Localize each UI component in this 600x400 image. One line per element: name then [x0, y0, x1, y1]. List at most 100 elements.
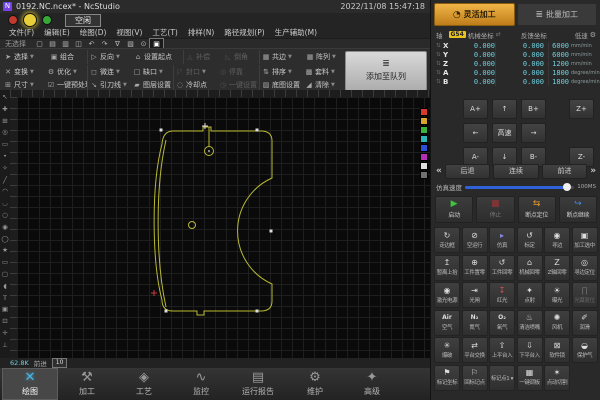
air-button[interactable]: Air空气 — [434, 310, 460, 336]
wcs-badge[interactable]: G54 — [449, 31, 466, 38]
zoom-tool-icon[interactable]: ◎ — [2, 127, 8, 139]
ribbon-common-edge[interactable]: ▦共边▼ — [260, 50, 304, 64]
simulation-speed-slider[interactable] — [465, 186, 574, 189]
tab-draw[interactable]: ✕绘图 — [2, 368, 58, 400]
menu-item[interactable]: 视图(V) — [111, 27, 147, 38]
cad-canvas-area[interactable]: ↖✚⊞◎▭•✧╱◠◡○◉◯★▭▢◖T▣⊡✛⊥ — [0, 90, 430, 358]
jog-x-minus-button[interactable]: ← — [463, 123, 488, 143]
jog-y-plus-button[interactable]: ↑ — [492, 99, 517, 119]
ribbon-gap[interactable]: □缺口▼ — [131, 65, 174, 78]
menu-item[interactable]: 路径规划(P) — [219, 27, 269, 38]
node-edit-tool-icon[interactable]: ⊡ — [2, 316, 7, 328]
ruler-tool-icon[interactable]: ▭ — [2, 139, 8, 151]
palette-color[interactable] — [420, 117, 428, 125]
image-tool-icon[interactable]: ▣ — [2, 304, 8, 316]
simulate-button[interactable]: ▸仿真 — [489, 227, 515, 253]
ribbon-select[interactable]: ➤选择▼ — [2, 50, 48, 64]
continuous-button[interactable]: 连续 — [493, 164, 538, 179]
star-point-tool-icon[interactable]: ✧ — [2, 163, 7, 175]
menu-item[interactable]: 文件(F) — [4, 27, 39, 38]
lower-platform-in-button[interactable]: ⇩下平台入 — [517, 337, 543, 363]
tab-machining[interactable]: ⚒加工 — [59, 368, 115, 400]
spot-shot-button[interactable]: ✦点射 — [517, 282, 543, 308]
start-button[interactable]: ▶启动 — [435, 196, 473, 223]
run-frame-button[interactable]: ↻走边框 — [434, 227, 460, 253]
backward-button[interactable]: 后退 — [445, 164, 490, 179]
back-to-mark-button[interactable]: ⚐回标记点 — [462, 365, 488, 391]
oxygen-button[interactable]: O₂氧气 — [489, 310, 515, 336]
menu-item[interactable]: 生产辅助(M) — [270, 27, 322, 38]
jog-z-plus-button[interactable]: Z+ — [569, 99, 594, 119]
concentric-circle-tool-icon[interactable]: ◉ — [2, 222, 8, 234]
palette-color[interactable] — [420, 135, 428, 143]
origin-tool-icon[interactable]: ✛ — [2, 328, 7, 340]
palette-color[interactable] — [420, 171, 428, 179]
workpiece-home-button[interactable]: ↺工件回零 — [489, 255, 515, 281]
protect-gas-button[interactable]: ◒保护气 — [572, 337, 598, 363]
obround-tool-icon[interactable]: ◖ — [3, 281, 6, 293]
tab-monitor[interactable]: ∿监控 — [173, 368, 229, 400]
laser-power-button[interactable]: ◉激光电源 — [434, 282, 460, 308]
tab-maintenance[interactable]: ⚙维护 — [287, 368, 343, 400]
tab-run-report[interactable]: ▤运行报告 — [230, 368, 286, 400]
fan-button[interactable]: ✺风机 — [544, 310, 570, 336]
star-tool-icon[interactable]: ★ — [2, 245, 8, 257]
edge-seek-button[interactable]: ◉寻边 — [544, 227, 570, 253]
canvas-page-box[interactable]: 10 — [52, 358, 68, 368]
mark-point-1-button[interactable]: 标记点1 ▾ — [489, 365, 515, 391]
menu-item[interactable]: 排样(N) — [183, 27, 219, 38]
add-to-queue-button[interactable]: ≣ 添加至队列 — [345, 51, 427, 91]
rectangle-tool-icon[interactable]: ▭ — [2, 257, 8, 269]
ribbon-nest-material[interactable]: ▩套料▼ — [303, 65, 346, 78]
one-key-board-button[interactable]: ▦一键调板 — [517, 365, 543, 391]
tab-advanced[interactable]: ✦高级 — [344, 368, 400, 400]
ribbon-optimize[interactable]: ⚙优化▼ — [45, 65, 88, 78]
palette-color[interactable] — [420, 126, 428, 134]
menu-item[interactable]: 绘图(D) — [75, 27, 112, 38]
tab-process[interactable]: ◈工艺 — [116, 368, 172, 400]
sync-icon[interactable]: ⇄ — [496, 31, 501, 38]
point-tool-icon[interactable]: • — [3, 151, 7, 163]
clean-nozzle-button[interactable]: ♨清洁喷嘴 — [517, 310, 543, 336]
ribbon-micro-joint[interactable]: ◻微连▼ — [88, 65, 131, 78]
shutter-button[interactable]: ⇥光闸 — [462, 282, 488, 308]
exposure-button[interactable]: ☀曝光 — [544, 282, 570, 308]
software-lock-button[interactable]: ⊠软件锁 — [544, 337, 570, 363]
palette-color[interactable] — [420, 108, 428, 116]
circle-tool-icon[interactable]: ○ — [2, 210, 8, 222]
machine-home-button[interactable]: ⌂机械回零 — [517, 255, 543, 281]
z-home-button[interactable]: ZZ轴回零 — [544, 255, 570, 281]
workpiece-zero-set-button[interactable]: ⊕工件置零 — [462, 255, 488, 281]
red-light-button[interactable]: ↧红光 — [489, 282, 515, 308]
speed-mode-label[interactable]: 低速 — [575, 30, 588, 40]
palette-color[interactable] — [420, 153, 428, 161]
ribbon-set-start-point[interactable]: ⌂设置起点 — [132, 50, 184, 64]
jog-a-plus-button[interactable]: A+ — [463, 99, 488, 119]
line-tool-icon[interactable]: ╱ — [3, 175, 7, 187]
fit-view-icon[interactable]: ⊞ — [2, 116, 7, 128]
text-tool-icon[interactable]: T — [3, 293, 7, 305]
breakpoint-continue-button[interactable]: ↪断点继续 — [559, 196, 597, 223]
jog-b-plus-button[interactable]: B+ — [521, 99, 546, 119]
breakpoint-locate-button[interactable]: ⇆断点定位 — [518, 196, 556, 223]
dry-run-button[interactable]: ⊘空运行 — [462, 227, 488, 253]
ribbon-array[interactable]: ▦阵列▼ — [304, 50, 345, 64]
rounded-rectangle-tool-icon[interactable]: ▢ — [2, 269, 8, 281]
canvas-grid[interactable] — [17, 97, 430, 358]
menu-item[interactable]: 工艺(T) — [147, 27, 182, 38]
burst-button[interactable]: ✳爆破 — [434, 337, 460, 363]
nitrogen-button[interactable]: N₂氮气 — [462, 310, 488, 336]
ribbon-reverse-direction[interactable]: ▷反向▼ — [88, 50, 132, 64]
forward-button[interactable]: 前进 — [542, 164, 587, 179]
menu-item[interactable]: 编辑(E) — [39, 27, 75, 38]
jog-cut-button[interactable]: ✶点动切割 — [544, 365, 570, 391]
lubricate-button[interactable]: ✐润滑 — [572, 310, 598, 336]
arc-tool-icon[interactable]: ◠ — [2, 186, 8, 198]
ellipse-tool-icon[interactable]: ◯ — [1, 234, 8, 246]
measure-tool-icon[interactable]: ⊥ — [2, 340, 8, 352]
jog-x-plus-button[interactable]: → — [521, 123, 546, 143]
select-tool-icon[interactable]: ↖ — [2, 92, 7, 104]
platform-exchange-button[interactable]: ⇄平台交换 — [462, 337, 488, 363]
palette-color[interactable] — [420, 162, 428, 170]
calibrate-button[interactable]: ↺标定 — [517, 227, 543, 253]
